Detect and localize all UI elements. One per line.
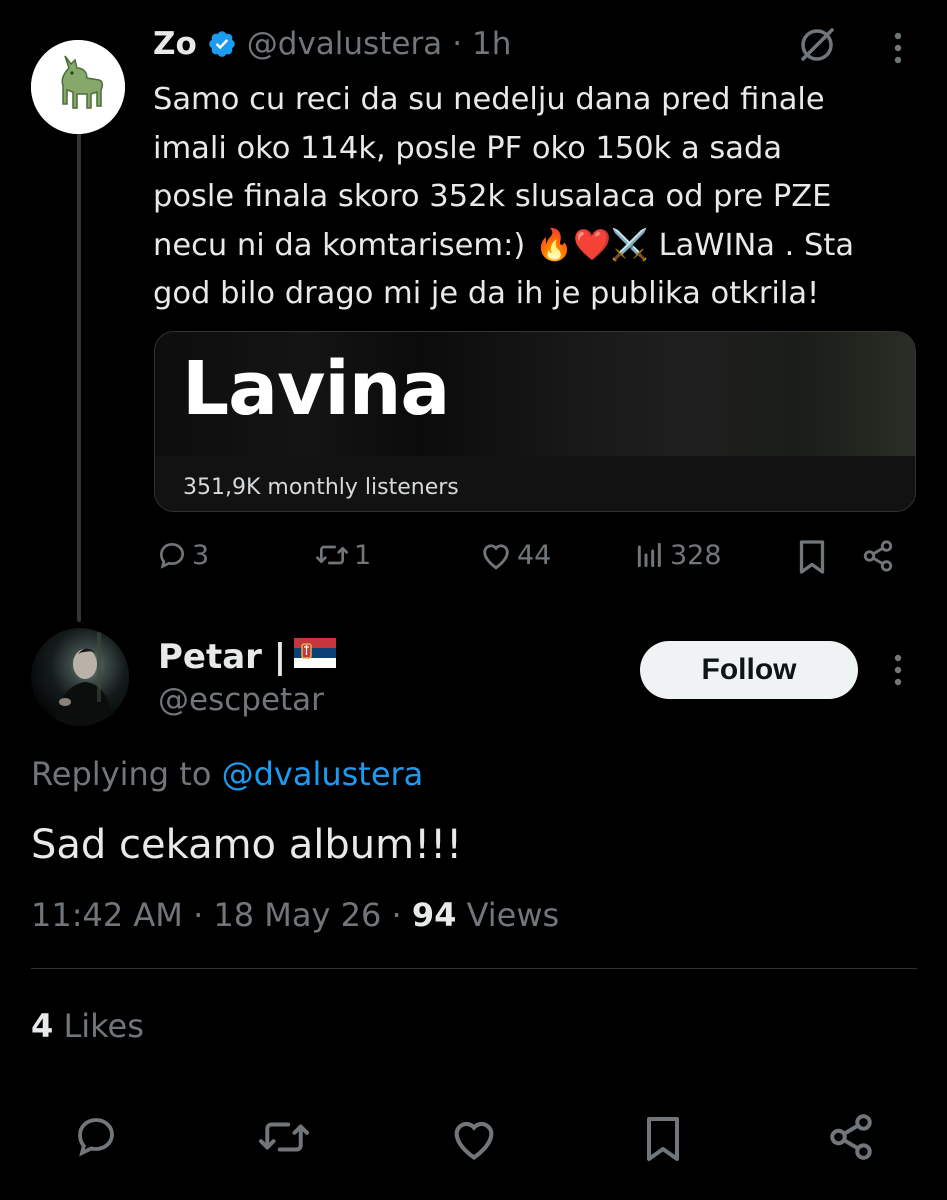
divider — [31, 968, 917, 969]
follow-button[interactable]: Follow — [640, 641, 858, 699]
author-handle[interactable]: @dvalustera — [247, 26, 442, 62]
parent-tweet-header: Zo @dvalustera · 1h — [153, 22, 511, 66]
tweet-text-line: posle finala skoro 352k slusalaca od pre… — [153, 179, 832, 214]
separator-dot: · — [452, 26, 463, 62]
bookmark-icon — [799, 540, 825, 574]
replying-to-mention[interactable]: @dvalustera — [222, 755, 424, 793]
media-card-image[interactable]: Lavina 351,9K monthly listeners — [154, 331, 916, 512]
serbia-flag-icon — [294, 637, 337, 677]
post-meta: 11:42 AM · 18 May 26 · 94 Views — [31, 896, 559, 934]
repost-icon — [259, 1122, 309, 1152]
separator-dot: · — [391, 896, 402, 934]
tweet-text-line: imali oko 114k, posle PF oko 150k a sada — [153, 130, 783, 166]
likes-label: Likes — [63, 1007, 144, 1045]
views-label: Views — [466, 896, 560, 934]
author-name[interactable]: Zo — [153, 26, 197, 62]
post-time[interactable]: 1h — [472, 26, 511, 62]
repost-button[interactable] — [256, 1114, 312, 1160]
like-count: 44 — [517, 539, 552, 571]
separator-dot: · — [193, 896, 204, 934]
views-count: 328 — [670, 539, 722, 571]
post-time[interactable]: 11:42 AM — [31, 896, 183, 934]
repost-button[interactable]: 1 — [314, 539, 371, 571]
goat-avatar-image — [31, 40, 125, 134]
bookmark-icon — [647, 1117, 679, 1161]
like-button[interactable]: 44 — [479, 539, 551, 571]
tweet-text-line: necu ni da komtarisem:) 🔥❤️⚔️ LaWINa . S… — [153, 227, 855, 263]
card-listeners: 351,9K monthly listeners — [183, 475, 459, 500]
reply-bubble-icon — [159, 542, 185, 569]
tweet-text: Samo cu reci da su nedelju dana pred fin… — [153, 76, 933, 319]
verified-badge-icon — [207, 29, 237, 59]
bookmark-button[interactable] — [643, 1114, 683, 1164]
repost-icon — [316, 545, 348, 565]
author-handle[interactable]: @escpetar — [158, 682, 324, 718]
avatar[interactable] — [31, 40, 125, 134]
likes-summary[interactable]: 4 Likes — [31, 1007, 144, 1045]
heart-icon — [454, 1121, 494, 1160]
replying-prefix: Replying to — [31, 755, 212, 793]
likes-count: 4 — [31, 1007, 54, 1045]
more-dots-icon[interactable] — [892, 652, 904, 692]
share-icon — [863, 540, 893, 572]
grok-icon[interactable] — [796, 24, 838, 70]
more-dots-icon[interactable] — [892, 30, 904, 70]
thread-connector-line — [77, 128, 81, 622]
person-avatar-image — [55, 632, 115, 726]
reply-button[interactable] — [72, 1112, 120, 1160]
share-button[interactable] — [826, 1112, 876, 1162]
views-button[interactable]: 328 — [634, 539, 722, 571]
tweet-text-line: god bilo drago mi je da ih je publika ot… — [153, 276, 820, 311]
repost-count: 1 — [354, 539, 372, 571]
views-bar-icon — [637, 542, 661, 568]
share-button[interactable] — [861, 539, 895, 573]
reply-text: Sad cekamo album!!! — [31, 822, 463, 868]
avatar[interactable] — [31, 628, 129, 726]
tweet-text-line: Samo cu reci da su nedelju dana pred fin… — [153, 82, 825, 117]
author-name[interactable]: Petar | — [158, 637, 286, 677]
post-date[interactable]: 18 May 26 — [213, 896, 381, 934]
share-icon — [830, 1114, 872, 1160]
replying-to-line: Replying to @dvalustera — [31, 755, 423, 793]
card-title: Lavina — [182, 346, 450, 432]
reply-button[interactable]: 3 — [156, 539, 209, 571]
reply-bubble-icon — [78, 1118, 114, 1157]
reply-count: 3 — [192, 539, 210, 571]
views-count: 94 — [411, 896, 457, 934]
reply-author: Petar | — [158, 637, 337, 677]
bookmark-button[interactable] — [797, 539, 827, 575]
heart-icon — [483, 544, 509, 570]
like-button[interactable] — [448, 1114, 500, 1162]
